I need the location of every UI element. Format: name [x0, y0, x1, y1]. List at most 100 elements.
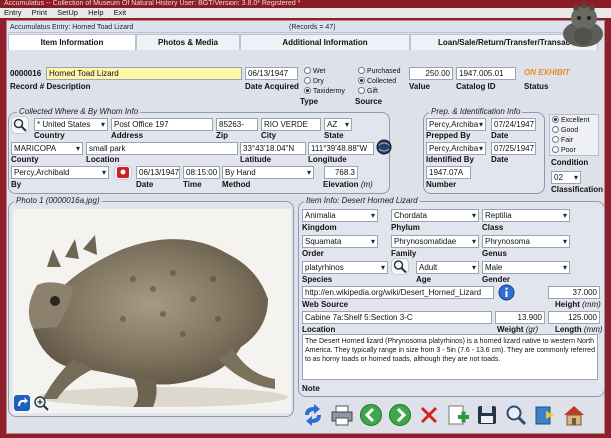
family-label: Family: [391, 249, 417, 258]
source-gift-radio[interactable]: Gift: [358, 87, 378, 95]
menu-entry[interactable]: Entry: [4, 8, 22, 17]
state-label: State: [324, 131, 344, 140]
radio-dot: [552, 146, 559, 153]
order-select[interactable]: Squamata: [302, 235, 378, 248]
location-field[interactable]: small park: [86, 142, 238, 155]
menu-bar: Entry Print SetUp Help Exit: [0, 8, 611, 18]
menu-print[interactable]: Print: [32, 8, 47, 17]
age-select[interactable]: Adult: [416, 261, 479, 274]
zip-field[interactable]: 85263-: [216, 118, 258, 131]
export-icon: [535, 406, 554, 425]
kingdom-select[interactable]: Animalia: [302, 209, 378, 222]
family-select[interactable]: Phrynosomatidae: [391, 235, 479, 248]
type-wet-radio[interactable]: Wet: [304, 67, 325, 75]
web-info-button[interactable]: [498, 284, 515, 301]
date-acquired-field[interactable]: 06/13/1947: [245, 67, 298, 80]
rotate-icon: [14, 395, 30, 411]
by-select[interactable]: Percy,Archibald: [11, 166, 109, 179]
county-select[interactable]: MARICOPA: [11, 142, 83, 155]
prep-number-field[interactable]: 1947.07A: [426, 166, 471, 179]
longitude-label: Longitude: [308, 155, 347, 164]
collected-time-label: Time: [183, 180, 202, 189]
print-button[interactable]: [330, 403, 354, 427]
add-button[interactable]: [446, 403, 470, 427]
id-date-label: Date: [491, 155, 509, 164]
tab-photos-media[interactable]: Photos & Media: [136, 34, 240, 50]
species-search-button[interactable]: [391, 258, 409, 275]
identified-by-select[interactable]: Percy,Archiba: [426, 142, 486, 155]
refresh-button[interactable]: [301, 403, 325, 427]
menu-exit[interactable]: Exit: [114, 8, 127, 17]
state-select[interactable]: AZ: [324, 118, 352, 131]
prep-number-label: Number: [426, 180, 457, 189]
radio-dot: [304, 67, 311, 74]
value-field[interactable]: 250.00: [409, 67, 453, 80]
globe-icon: [376, 139, 392, 155]
method-select[interactable]: By Hand: [222, 166, 314, 179]
delete-button[interactable]: [417, 403, 441, 427]
back-icon: [360, 404, 382, 426]
class-label: Class: [482, 223, 504, 232]
collected-time-field[interactable]: 08:15:00: [183, 166, 220, 179]
height-field[interactable]: 37.000: [548, 286, 600, 299]
magnifier-icon: [13, 118, 27, 132]
tab-item-information[interactable]: Item Information: [8, 34, 136, 50]
weight-field[interactable]: 13.900: [495, 311, 545, 324]
source-collected-radio[interactable]: Collected: [358, 77, 396, 85]
species-label: Species: [302, 275, 333, 284]
search-country-button[interactable]: [11, 116, 29, 134]
address-field[interactable]: Post Office 197: [111, 118, 213, 131]
rotate-photo-button[interactable]: [14, 395, 30, 411]
city-field[interactable]: RIO VERDE: [261, 118, 321, 131]
prepped-by-select[interactable]: Percy,Archiba: [426, 118, 486, 131]
classification-select[interactable]: 02: [551, 171, 581, 184]
search-button[interactable]: [504, 403, 528, 427]
weight-label: Weight (gr): [497, 325, 539, 334]
status-value: ON EXHIBIT: [524, 68, 570, 77]
description-field[interactable]: Horned Toad Lizard: [46, 67, 242, 80]
elevation-field[interactable]: 768.3: [324, 166, 358, 179]
country-select[interactable]: * United States: [34, 118, 108, 131]
type-dry-radio[interactable]: Dry: [304, 77, 324, 85]
refresh-icon: [305, 404, 321, 426]
classification-label: Classification: [551, 185, 604, 194]
species-select[interactable]: platyrhinos: [302, 261, 388, 274]
menu-setup[interactable]: SetUp: [57, 8, 78, 17]
web-source-label: Web Source: [302, 300, 349, 309]
class-select[interactable]: Reptilia: [482, 209, 570, 222]
phylum-select[interactable]: Chordata: [391, 209, 479, 222]
save-button[interactable]: [475, 403, 499, 427]
back-button[interactable]: [359, 403, 383, 427]
collector-contact-button[interactable]: [114, 165, 132, 180]
note-textarea[interactable]: The Desert Horned lizard (Phrynosoma pla…: [302, 334, 598, 380]
collected-date-field[interactable]: 06/13/1947: [136, 166, 180, 179]
prep-legend: Prep. & Identification Info: [429, 107, 523, 116]
id-date-field[interactable]: 07/25/1947: [491, 142, 536, 155]
condition-excellent-radio[interactable]: Excellent: [552, 116, 589, 124]
condition-fair-radio[interactable]: Fair: [552, 136, 573, 144]
genus-select[interactable]: Phrynosoma: [482, 235, 570, 248]
source-purchased-radio[interactable]: Purchased: [358, 67, 400, 75]
length-field[interactable]: 125.000: [548, 311, 600, 324]
gender-select[interactable]: Male: [482, 261, 570, 274]
type-taxidermy-radio[interactable]: Taxidermy: [304, 87, 345, 95]
phylum-label: Phylum: [391, 223, 420, 232]
home-button[interactable]: [562, 403, 586, 427]
location-storage-field[interactable]: Cabine 7a:Shelf 5:Section 3-C: [302, 311, 492, 324]
latitude-field[interactable]: 33°43'18.04"N: [240, 142, 306, 155]
menu-help[interactable]: Help: [88, 8, 103, 17]
longitude-field[interactable]: 111°39'48.88"W: [308, 142, 374, 155]
prep-date-field[interactable]: 07/24/1947: [491, 118, 536, 131]
lizard-photo-image: [28, 235, 288, 407]
export-button[interactable]: [533, 403, 557, 427]
condition-label: Condition: [551, 158, 589, 167]
condition-good-radio[interactable]: Good: [552, 126, 578, 134]
web-source-field[interactable]: http://en.wikipedia.org/wiki/Desert_Horn…: [302, 286, 494, 299]
tab-additional-information[interactable]: Additional Information: [240, 34, 410, 50]
condition-poor-radio[interactable]: Poor: [552, 146, 576, 154]
forward-button[interactable]: [388, 403, 412, 427]
map-globe-button[interactable]: [376, 139, 392, 155]
catalog-id-field[interactable]: 1947.005.01: [456, 67, 516, 80]
zoom-photo-button[interactable]: [33, 395, 49, 411]
location-storage-label: Location: [302, 325, 336, 334]
